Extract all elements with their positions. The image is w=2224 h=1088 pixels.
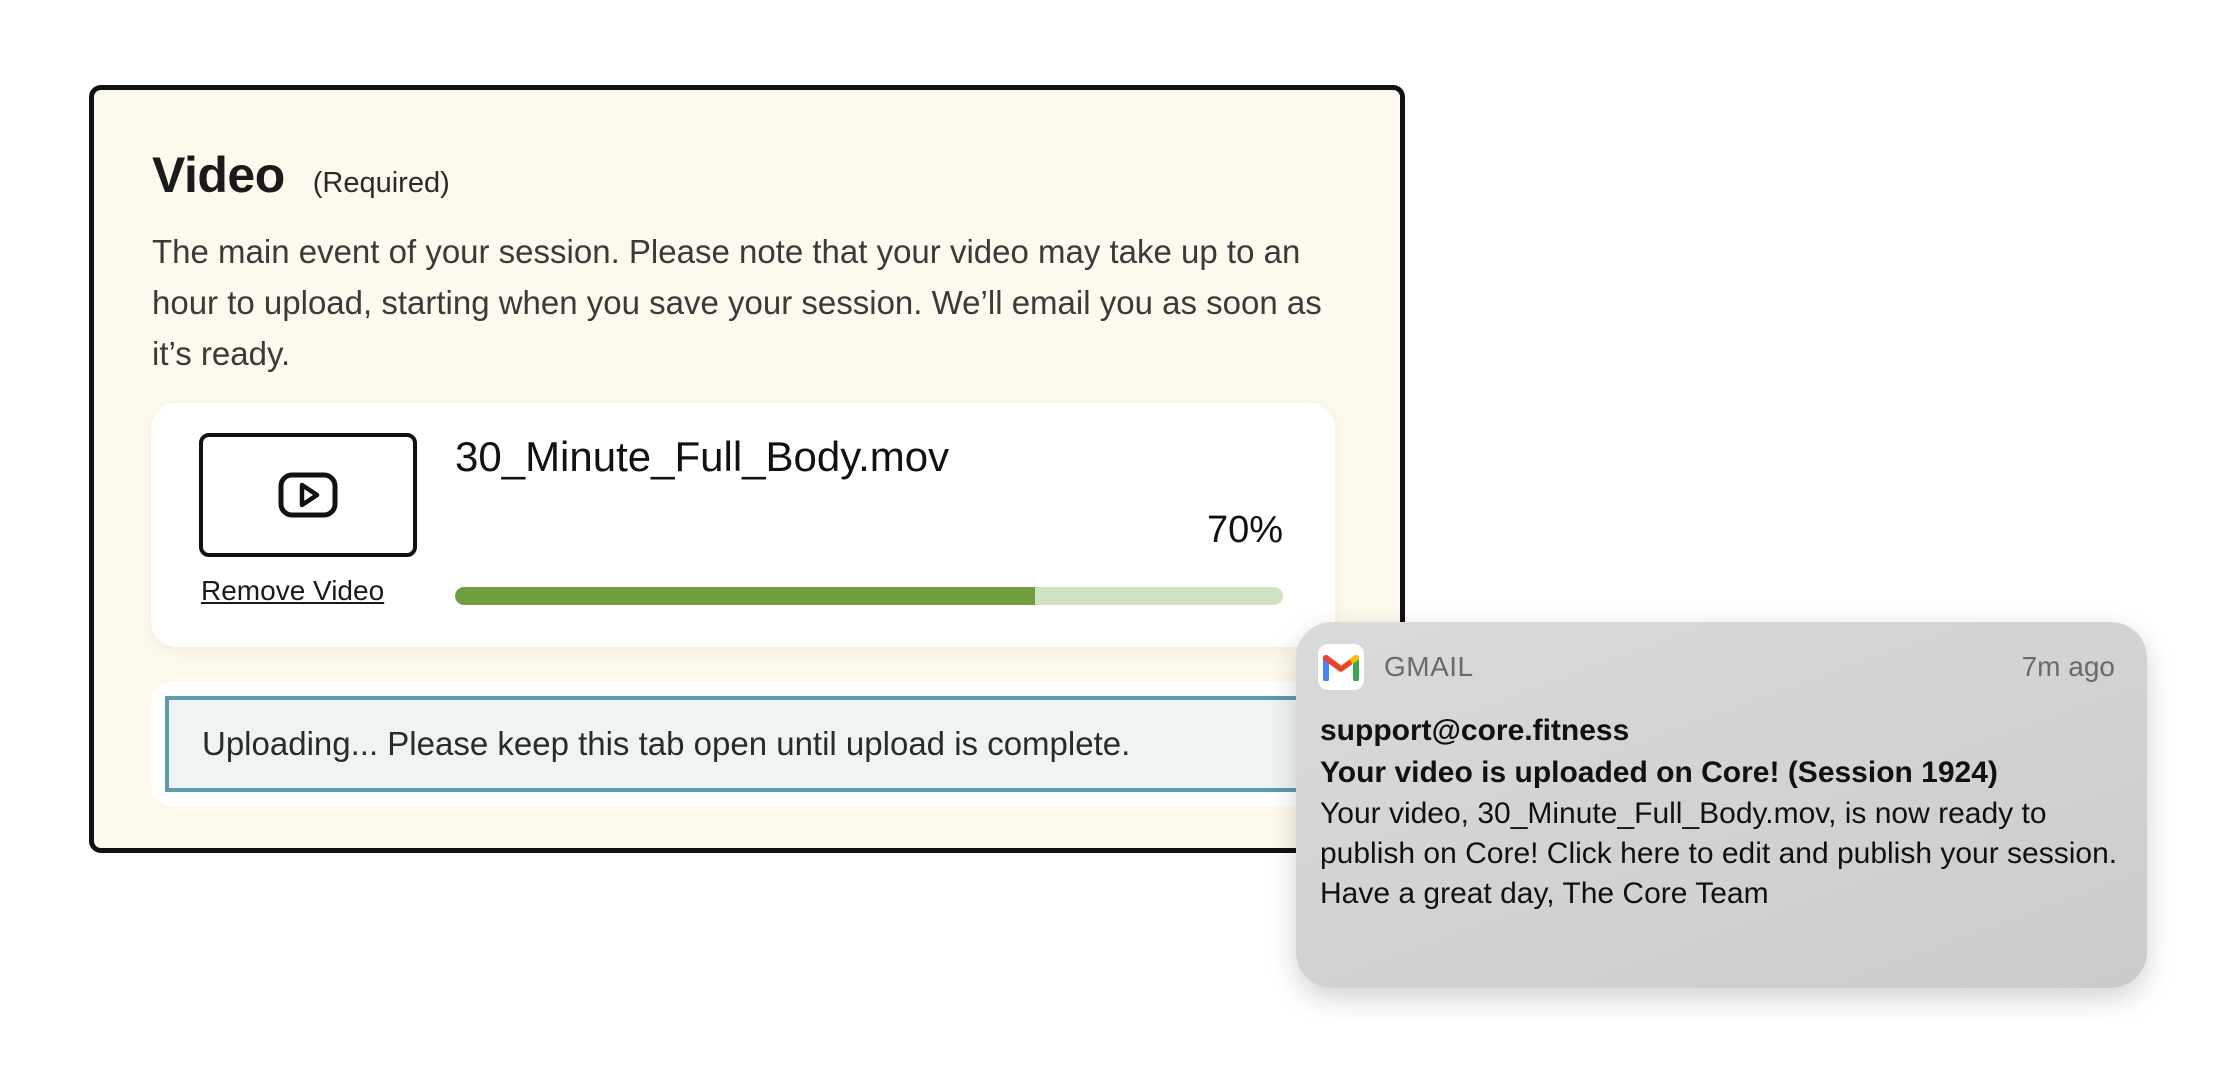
- section-title: Video: [152, 147, 285, 203]
- remove-video-link[interactable]: Remove Video: [201, 575, 384, 607]
- section-description: The main event of your session. Please n…: [152, 233, 1322, 372]
- required-label: (Required): [312, 167, 450, 199]
- video-upload-card: Video (Required) The main event of your …: [89, 85, 1405, 853]
- upload-progress-bar: [455, 587, 1283, 605]
- upload-progress-fill: [455, 587, 1035, 605]
- uploaded-file-panel: Remove Video 30_Minute_Full_Body.mov 70%: [151, 403, 1335, 647]
- status-panel: Uploading... Please keep this tab open u…: [151, 682, 1335, 806]
- notification-subject: Your video is uploaded on Core! (Session…: [1320, 756, 1998, 789]
- app-name: GMAIL: [1384, 651, 1474, 682]
- video-thumbnail: [199, 433, 417, 557]
- notification-header: GMAIL 7m ago: [1318, 642, 2115, 692]
- notification-message: Your video, 30_Minute_Full_Body.mov, is …: [1320, 797, 2118, 910]
- card-header: Video (Required): [152, 146, 450, 204]
- play-icon: [278, 472, 338, 518]
- file-name: 30_Minute_Full_Body.mov: [455, 433, 950, 480]
- notification-sender: support@core.fitness: [1320, 714, 1630, 747]
- notification-time: 7m ago: [2021, 651, 2115, 682]
- upload-status-message: Uploading... Please keep this tab open u…: [165, 696, 1321, 792]
- gmail-icon: [1318, 644, 1364, 690]
- email-notification[interactable]: GMAIL 7m ago support@core.fitness Your v…: [1296, 622, 2147, 988]
- notification-body: support@core.fitness Your video is uploa…: [1320, 710, 2120, 914]
- upload-percent: 70%: [1206, 509, 1283, 551]
- screen: Video (Required) The main event of your …: [0, 0, 2224, 1088]
